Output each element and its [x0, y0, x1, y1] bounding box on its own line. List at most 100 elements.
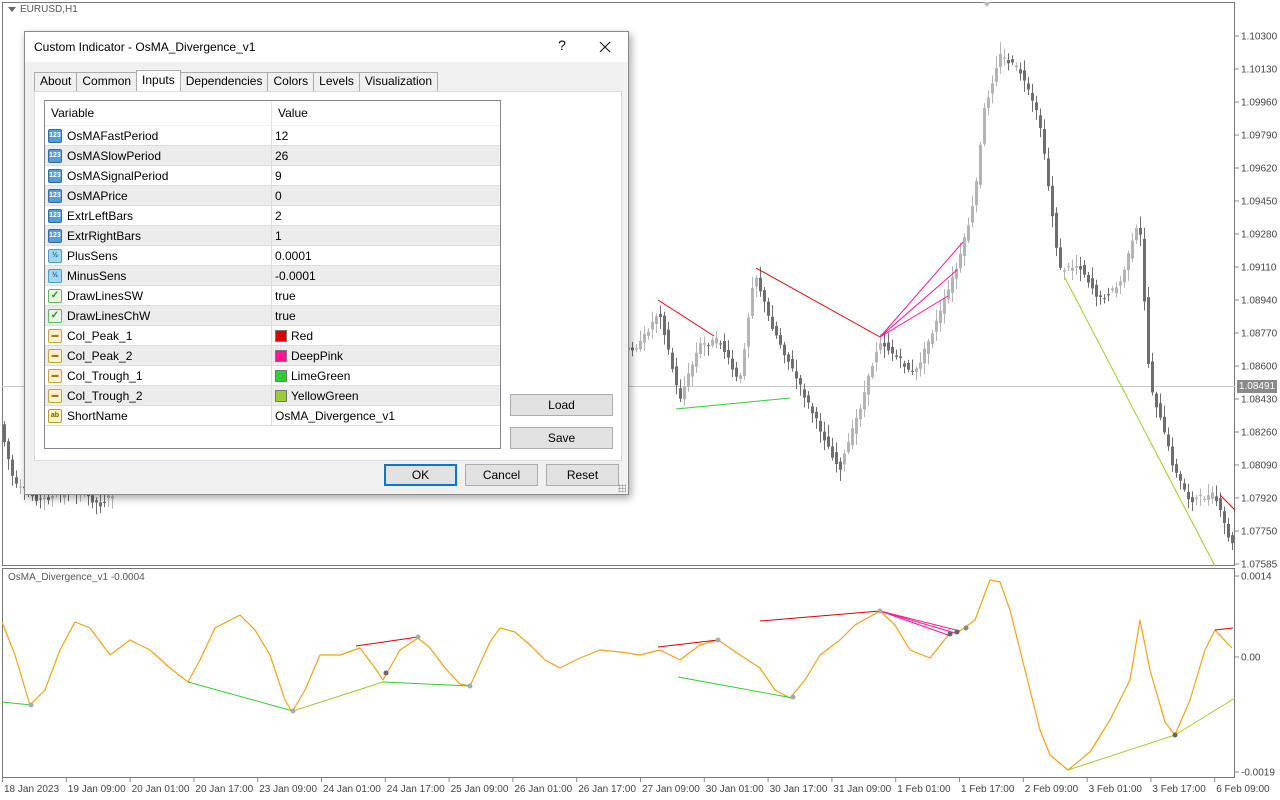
resize-grip-icon[interactable] [618, 484, 626, 492]
input-row[interactable]: 123 ExtrLeftBars 2 [45, 206, 500, 226]
input-row[interactable]: 123 OsMAFastPeriod 12 [45, 126, 500, 146]
candle-body [859, 408, 862, 420]
price-axis-label: 1.07585 [1241, 560, 1278, 571]
value-cell[interactable]: true [272, 306, 296, 325]
variable-cell: ab ShortName [45, 406, 272, 425]
input-row[interactable]: 123 OsMASignalPeriod 9 [45, 166, 500, 186]
candle-body [1055, 212, 1058, 248]
indicator-divergence-line [879, 610, 949, 636]
extremum-marker [963, 625, 969, 631]
time-axis-label: 20 Jan 01:00 [132, 784, 190, 795]
candle-body [1147, 297, 1150, 364]
candle-body [1135, 227, 1138, 241]
save-button[interactable]: Save [510, 427, 613, 449]
input-row[interactable]: ½ PlusSens 0.0001 [45, 246, 500, 266]
extremum-marker [790, 694, 796, 700]
value-cell[interactable]: 26 [272, 146, 288, 165]
color-swatch [275, 369, 287, 382]
tab-levels[interactable]: Levels [313, 72, 360, 91]
candle-body [1003, 57, 1006, 59]
extremum-marker [877, 608, 883, 614]
candle-body [1043, 129, 1046, 154]
type-int-icon: 123 [48, 208, 62, 223]
column-header-value[interactable]: Value [272, 101, 308, 125]
time-axis-label: 18 Jan 2023 [4, 784, 59, 795]
input-row[interactable]: ▬ Col_Trough_2 YellowGreen [45, 386, 500, 406]
value-cell[interactable]: DeepPink [272, 346, 343, 365]
value-cell[interactable]: 1 [272, 226, 282, 245]
extremum-marker [947, 631, 953, 637]
value-text: true [275, 288, 296, 303]
divergence-line [675, 397, 791, 410]
extremum-marker [28, 702, 34, 708]
help-button[interactable]: ? [554, 37, 570, 57]
column-header-variable[interactable]: Variable [45, 101, 272, 125]
candle-body [1019, 69, 1022, 74]
time-axis-label: 26 Jan 17:00 [578, 784, 636, 795]
terminal-window: 1.10300 1.10130 1.09960 1.09790 1.09620 1.094… [0, 0, 1280, 800]
variable-name: ShortName [67, 408, 128, 423]
candle-body [1175, 464, 1178, 473]
variable-name: DrawLinesSW [67, 288, 144, 303]
value-cell[interactable]: 9 [272, 166, 282, 185]
chart-symbol-title[interactable]: EURUSD,H1 [8, 4, 78, 15]
value-text: 12 [275, 128, 289, 143]
candle-body [911, 370, 914, 372]
value-cell[interactable]: -0.0001 [272, 266, 316, 285]
candle-body [999, 54, 1002, 67]
value-text: 0 [275, 188, 282, 203]
candle-body [707, 345, 710, 347]
input-row[interactable]: ✓ DrawLinesChW true [45, 306, 500, 326]
input-row[interactable]: 123 ExtrRightBars 1 [45, 226, 500, 246]
value-cell[interactable]: OsMA_Divergence_v1 [272, 406, 395, 425]
tab-visualization[interactable]: Visualization [358, 72, 439, 91]
input-row[interactable]: ▬ Col_Peak_1 Red [45, 326, 500, 346]
candle-body [1191, 497, 1194, 503]
type-color-icon: ▬ [48, 368, 62, 383]
time-axis-label: 26 Jan 01:00 [514, 784, 572, 795]
indicator-axis-label: 0.00 [1241, 653, 1261, 664]
input-row[interactable]: ▬ Col_Trough_1 LimeGreen [45, 366, 500, 386]
tab-inputs[interactable]: Inputs [136, 70, 181, 91]
input-row[interactable]: ✓ DrawLinesSW true [45, 286, 500, 306]
value-cell[interactable]: LimeGreen [272, 366, 350, 385]
tab-colors[interactable]: Colors [267, 72, 315, 91]
value-cell[interactable]: 0 [272, 186, 282, 205]
input-row[interactable]: 123 OsMASlowPeriod 26 [45, 146, 500, 166]
divergence-line [1219, 494, 1236, 511]
value-text: 26 [275, 148, 289, 163]
input-row[interactable]: ab ShortName OsMA_Divergence_v1 [45, 406, 500, 426]
variable-cell: 123 OsMASignalPeriod [45, 166, 272, 185]
tab-dependencies[interactable]: Dependencies [179, 72, 269, 91]
input-row[interactable]: ▬ Col_Peak_2 DeepPink [45, 346, 500, 366]
inputs-tab-panel: Variable Value 123 OsMAFastPeriod 12 123 OsM… [34, 91, 622, 461]
dialog-titlebar[interactable]: Custom Indicator - OsMA_Divergence_v1 ? [25, 32, 628, 62]
price-axis-label: 1.10130 [1241, 65, 1278, 76]
time-axis-label: 20 Jan 17:00 [195, 784, 253, 795]
price-axis-label: 1.09960 [1241, 98, 1278, 109]
candle-body [983, 108, 986, 144]
close-button[interactable] [591, 35, 619, 59]
tab-about[interactable]: About [34, 72, 78, 91]
candle-body [1223, 511, 1226, 524]
candle-body [691, 364, 694, 377]
value-cell[interactable]: 0.0001 [272, 246, 312, 265]
candle-body [1107, 294, 1110, 296]
value-cell[interactable]: true [272, 286, 296, 305]
tab-common[interactable]: Common [76, 72, 138, 91]
input-row[interactable]: ½ MinusSens -0.0001 [45, 266, 500, 286]
candle-body [1079, 266, 1082, 270]
reset-button[interactable]: Reset [546, 464, 619, 486]
candle-body [759, 277, 762, 292]
load-button[interactable]: Load [510, 394, 613, 416]
value-cell[interactable]: 12 [272, 126, 288, 145]
cancel-button[interactable]: Cancel [465, 464, 538, 486]
input-row[interactable]: 123 OsMAPrice 0 [45, 186, 500, 206]
indicator-divergence-line [187, 681, 294, 712]
ok-button[interactable]: OK [384, 464, 457, 486]
candle-body [723, 340, 726, 352]
value-cell[interactable]: YellowGreen [272, 386, 359, 405]
value-cell[interactable]: 2 [272, 206, 282, 225]
dropdown-triangle-icon[interactable] [8, 7, 16, 12]
value-cell[interactable]: Red [272, 326, 313, 345]
